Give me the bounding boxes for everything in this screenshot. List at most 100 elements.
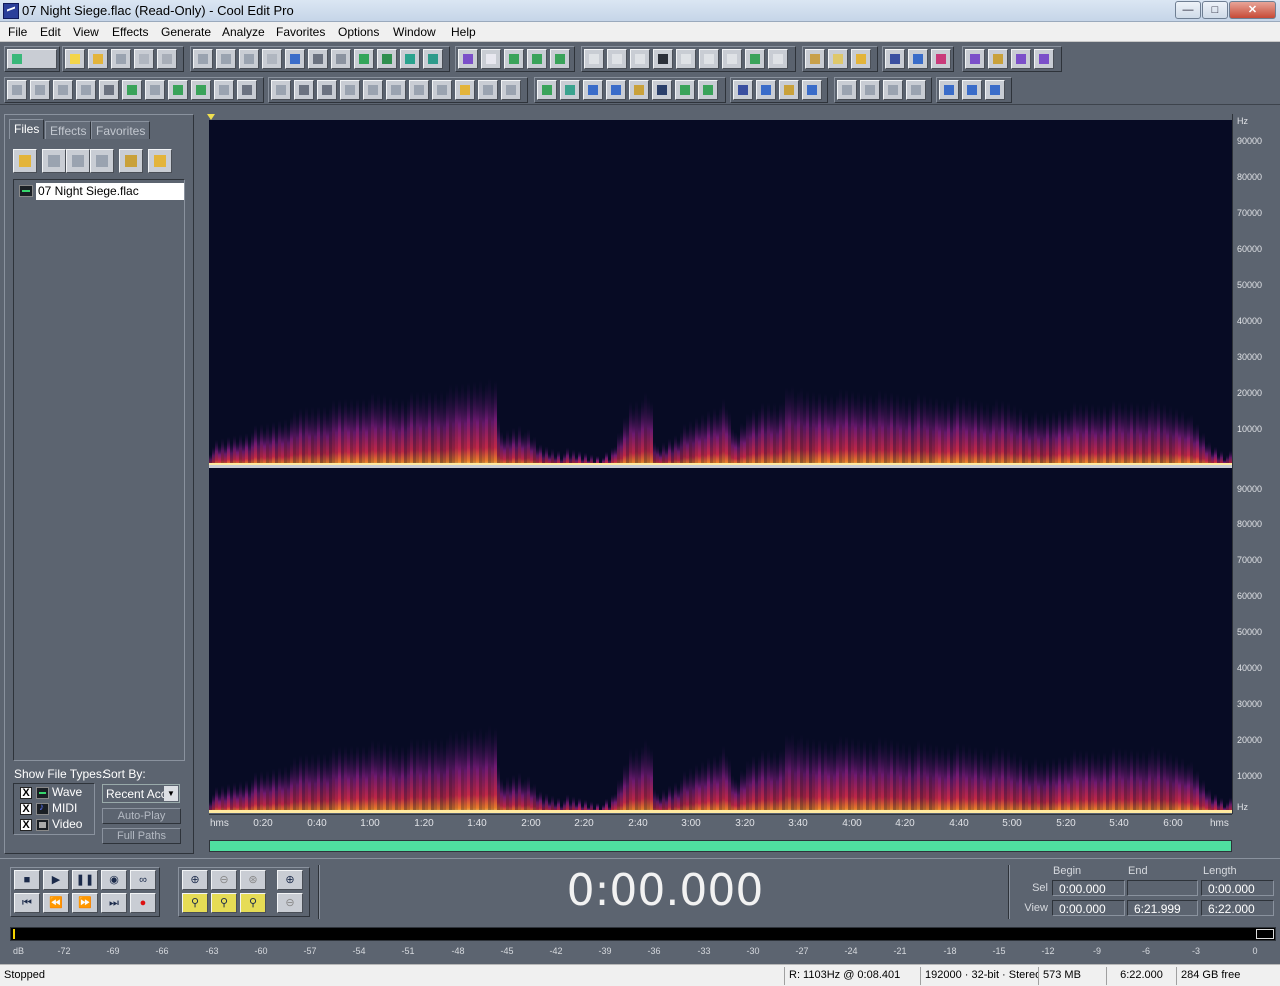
generate-noise-icon[interactable]: [837, 80, 857, 100]
status-bar-toggle-icon[interactable]: [768, 49, 788, 69]
sel-length-field[interactable]: 0:00.000: [1201, 880, 1274, 896]
left-channel-spectrogram[interactable]: [209, 120, 1232, 466]
insert-multitrack-icon[interactable]: [66, 149, 90, 173]
overview-scrollbar[interactable]: [209, 840, 1232, 852]
file-list-item[interactable]: 07 Night Siege.flac: [18, 183, 184, 200]
menu-view[interactable]: View: [73, 25, 99, 39]
find-beats-icon[interactable]: [908, 49, 928, 69]
loop-button[interactable]: ∞: [130, 870, 156, 890]
save-file-icon[interactable]: [111, 49, 131, 69]
menu-options[interactable]: Options: [338, 25, 379, 39]
close-file-button-icon[interactable]: [42, 149, 66, 173]
organizer-help-icon[interactable]: [148, 149, 172, 173]
zoom-right-icon[interactable]: ⚲: [211, 893, 237, 913]
center-extract-icon[interactable]: [985, 80, 1005, 100]
tab-files[interactable]: Files: [9, 119, 45, 139]
level-meter-icon[interactable]: [745, 49, 765, 69]
distortion-icon[interactable]: [779, 80, 799, 100]
time-ruler[interactable]: hms 0:20 0:40 1:00 1:20 1:40 2:00 2:20 2:40 3:00 3…: [209, 814, 1232, 832]
video-checkbox[interactable]: X: [20, 819, 32, 831]
sel-begin-field[interactable]: 0:00.000: [1052, 880, 1125, 896]
menu-help[interactable]: Help: [451, 25, 476, 39]
echo-icon[interactable]: [317, 80, 337, 100]
close-button[interactable]: ✕: [1229, 1, 1276, 19]
pitch-icon[interactable]: [237, 80, 257, 100]
cd-list-icon[interactable]: [965, 49, 985, 69]
sel-end-field[interactable]: [1127, 880, 1198, 896]
transport-window-icon[interactable]: [653, 49, 673, 69]
clip-indicator[interactable]: [1256, 929, 1274, 939]
go-to-start-button[interactable]: ⏮: [14, 893, 40, 913]
paste-new-icon[interactable]: [354, 49, 374, 69]
zoom-out-vertical-icon[interactable]: ⊖: [277, 893, 303, 913]
cut-icon[interactable]: [308, 49, 328, 69]
quick-filter-icon[interactable]: [629, 80, 649, 100]
stretch-icon[interactable]: [214, 80, 234, 100]
play-button[interactable]: ▶: [43, 870, 69, 890]
reverse-icon[interactable]: [30, 80, 50, 100]
menu-analyze[interactable]: Analyze: [222, 25, 265, 39]
chevron-down-icon[interactable]: ▼: [164, 786, 178, 801]
multitrack-toggle-icon[interactable]: [7, 49, 57, 69]
view-begin-field[interactable]: 0:00.000: [1052, 900, 1125, 916]
copy-icon[interactable]: [262, 49, 282, 69]
generate-tones-icon[interactable]: [860, 80, 880, 100]
scripts-icon[interactable]: [828, 49, 848, 69]
spectral-view[interactable]: Hz 90000 80000 70000 60000 50000 40000 30000 20…: [207, 114, 1273, 854]
zoom-out-horizontal-icon[interactable]: ⊖: [211, 870, 237, 890]
trim-icon[interactable]: [400, 49, 420, 69]
chorus-icon[interactable]: [271, 80, 291, 100]
eq-grid-icon[interactable]: [698, 80, 718, 100]
both-channels-icon[interactable]: [550, 49, 570, 69]
fade-icon[interactable]: [145, 80, 165, 100]
save-as-icon[interactable]: [134, 49, 154, 69]
frequency-analysis-icon[interactable]: [885, 49, 905, 69]
convolution-icon[interactable]: [756, 80, 776, 100]
play-to-end-button[interactable]: ◉: [101, 870, 127, 890]
undo-icon[interactable]: [193, 49, 213, 69]
open-file-icon[interactable]: [88, 49, 108, 69]
new-file-icon[interactable]: [65, 49, 85, 69]
selection-window-icon[interactable]: [722, 49, 742, 69]
graphic-eq-icon[interactable]: [537, 80, 557, 100]
sweeping-phaser-icon[interactable]: [409, 80, 429, 100]
delay-icon[interactable]: [294, 80, 314, 100]
brainwave-icon[interactable]: [733, 80, 753, 100]
maximize-button[interactable]: □: [1202, 1, 1228, 19]
mix-paste-icon[interactable]: [377, 49, 397, 69]
file-list[interactable]: 07 Night Siege.flac: [13, 179, 185, 761]
statistics-icon[interactable]: [931, 49, 951, 69]
dtmf-icon[interactable]: [883, 80, 903, 100]
wave-checkbox[interactable]: X: [20, 787, 32, 799]
invert-icon[interactable]: [76, 80, 96, 100]
scientific-filter-icon[interactable]: [652, 80, 672, 100]
normalize-icon[interactable]: [168, 80, 188, 100]
amplify-icon[interactable]: [7, 80, 27, 100]
click-eliminator-icon[interactable]: [478, 80, 498, 100]
tab-favorites[interactable]: Favorites: [91, 121, 151, 139]
fast-forward-button[interactable]: ⏩: [72, 893, 98, 913]
auto-play-button[interactable]: Auto-Play: [102, 808, 181, 824]
silence-icon[interactable]: [53, 80, 73, 100]
notch-filter-icon[interactable]: [606, 80, 626, 100]
flanger-icon[interactable]: [340, 80, 360, 100]
repeat-icon[interactable]: [239, 49, 259, 69]
window-2-icon[interactable]: [607, 49, 627, 69]
music-icon[interactable]: [802, 80, 822, 100]
play-list-icon[interactable]: [1011, 49, 1031, 69]
menu-effects[interactable]: Effects: [112, 25, 148, 39]
settings-icon[interactable]: [805, 49, 825, 69]
window-1-icon[interactable]: [584, 49, 604, 69]
open-folder-icon[interactable]: [13, 149, 37, 173]
note-icon[interactable]: [906, 80, 926, 100]
stereo-field-icon[interactable]: [939, 80, 959, 100]
spectral-view-icon[interactable]: [481, 49, 501, 69]
channel-mixer-icon[interactable]: [962, 80, 982, 100]
organizer-options-icon[interactable]: [119, 149, 143, 173]
hiss-reduction-icon[interactable]: [501, 80, 521, 100]
pan-icon[interactable]: [191, 80, 211, 100]
zoom-in-vertical-icon[interactable]: ⊕: [277, 870, 303, 890]
delete-icon[interactable]: [423, 49, 443, 69]
copy-new-icon[interactable]: [285, 49, 305, 69]
fft-filter-icon[interactable]: [560, 80, 580, 100]
